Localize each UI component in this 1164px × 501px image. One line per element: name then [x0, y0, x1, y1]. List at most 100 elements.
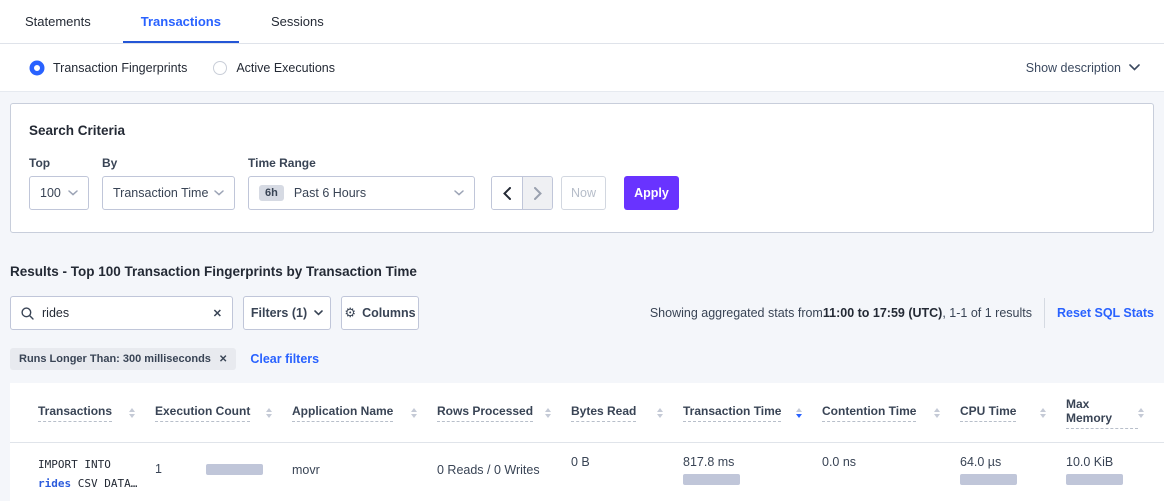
stats-range: 11:00 to 17:59 (UTC)	[823, 306, 942, 320]
time-range-badge: 6h	[259, 185, 284, 201]
execution-count-value: 1	[155, 462, 162, 476]
column-header-transactions[interactable]: Transactions	[38, 383, 155, 442]
remove-filter-icon[interactable]: ✕	[219, 354, 227, 365]
results-table: Transactions Execution Count Application…	[10, 383, 1164, 501]
cell-transaction-fingerprint[interactable]: IMPORT INTO rides CSV DATA…	[38, 455, 155, 493]
top-label: Top	[29, 156, 102, 170]
max-memory-bar	[1066, 474, 1123, 485]
aggregated-stats-text: Showing aggregated stats from 11:00 to 1…	[650, 306, 1032, 320]
sort-icon[interactable]	[266, 408, 272, 418]
bytes-read-value: 0 B	[571, 455, 590, 469]
cell-bytes-read: 0 B	[571, 455, 683, 493]
cell-contention-time: 0.0 ns	[822, 455, 960, 493]
chevron-down-icon	[454, 190, 464, 196]
cell-cpu-time: 64.0 µs	[960, 455, 1066, 493]
by-select[interactable]: Transaction Time	[102, 176, 235, 210]
column-header-label: Transaction Time	[683, 404, 781, 422]
chevron-down-icon	[68, 190, 78, 196]
column-header-contention-time[interactable]: Contention Time	[822, 383, 960, 442]
transaction-time-value: 817.8 ms	[683, 455, 808, 469]
sort-icon[interactable]	[129, 408, 135, 418]
sort-icon[interactable]	[411, 408, 417, 418]
cell-application-name: movr	[292, 455, 437, 493]
filter-chip-label: Runs Longer Than: 300 milliseconds	[19, 353, 211, 365]
gear-icon: ⚙	[344, 305, 356, 321]
filters-button[interactable]: Filters (1)	[243, 296, 331, 330]
results-title: Results - Top 100 Transaction Fingerprin…	[10, 264, 1154, 279]
stats-suffix: , 1-1 of 1 results	[942, 306, 1032, 320]
column-header-bytes-read[interactable]: Bytes Read	[571, 383, 683, 442]
sort-icon-descending-active[interactable]	[796, 408, 802, 418]
cell-max-memory: 10.0 KiB	[1066, 455, 1164, 493]
chevron-right-icon	[534, 187, 542, 200]
column-header-cpu-time[interactable]: CPU Time	[960, 383, 1066, 442]
view-toggle-row: Transaction Fingerprints Active Executio…	[0, 44, 1164, 92]
apply-button[interactable]: Apply	[624, 176, 679, 210]
now-button[interactable]: Now	[561, 176, 606, 210]
radio-label: Transaction Fingerprints	[53, 61, 187, 75]
radio-transaction-fingerprints[interactable]: Transaction Fingerprints	[30, 61, 187, 75]
column-header-rows-processed[interactable]: Rows Processed	[437, 383, 571, 442]
divider	[1044, 298, 1045, 328]
filter-chip-runs-longer-than: Runs Longer Than: 300 milliseconds ✕	[10, 348, 236, 370]
application-name-value: movr	[292, 463, 320, 477]
column-header-label: Bytes Read	[571, 404, 636, 422]
column-header-label: Rows Processed	[437, 404, 533, 422]
column-header-label: Contention Time	[822, 404, 916, 422]
column-header-label: Application Name	[292, 404, 393, 422]
search-criteria-title: Search Criteria	[29, 123, 1135, 138]
chevron-down-icon	[214, 190, 224, 196]
tab-statements[interactable]: Statements	[7, 1, 109, 43]
show-description-label: Show description	[1026, 61, 1121, 75]
clear-search-icon[interactable]: ✕	[213, 307, 222, 320]
time-range-label: Time Range	[248, 156, 475, 170]
table-header-row: Transactions Execution Count Application…	[10, 383, 1164, 443]
table-row: IMPORT INTO rides CSV DATA… 1 movr 0 Rea…	[10, 443, 1164, 501]
time-prev-button[interactable]	[492, 177, 522, 209]
tab-sessions[interactable]: Sessions	[253, 1, 342, 43]
sort-icon[interactable]	[1040, 408, 1046, 418]
time-next-button[interactable]	[522, 177, 552, 209]
search-criteria-panel: Search Criteria Top 100 By Transaction T…	[10, 103, 1154, 233]
column-header-execution-count[interactable]: Execution Count	[155, 383, 292, 442]
sort-icon[interactable]	[657, 408, 663, 418]
column-header-max-memory[interactable]: Max Memory	[1066, 383, 1164, 442]
time-nav-group	[491, 176, 553, 210]
chevron-down-icon	[1129, 64, 1140, 71]
reset-sql-stats-link[interactable]: Reset SQL Stats	[1057, 306, 1154, 320]
column-header-label: Max Memory	[1066, 397, 1138, 429]
sort-icon[interactable]	[1138, 408, 1144, 418]
results-search-box[interactable]: ✕	[10, 296, 233, 330]
chevron-down-icon	[314, 310, 323, 316]
column-header-application-name[interactable]: Application Name	[292, 383, 437, 442]
column-header-label: Execution Count	[155, 404, 250, 422]
search-input[interactable]	[42, 306, 213, 320]
cpu-time-value: 64.0 µs	[960, 455, 1052, 469]
cell-transaction-time: 817.8 ms	[683, 455, 822, 493]
radio-selected-icon	[30, 61, 44, 75]
column-header-label: CPU Time	[960, 404, 1016, 422]
tab-transactions[interactable]: Transactions	[123, 1, 239, 43]
sort-icon[interactable]	[545, 408, 551, 418]
sort-icon[interactable]	[934, 408, 940, 418]
transaction-time-bar	[683, 474, 740, 485]
contention-time-value: 0.0 ns	[822, 455, 856, 469]
radio-active-executions[interactable]: Active Executions	[213, 61, 335, 75]
columns-button-label: Columns	[362, 306, 415, 320]
transaction-link[interactable]: rides	[38, 477, 71, 490]
cell-execution-count: 1	[155, 455, 292, 493]
clear-filters-link[interactable]: Clear filters	[250, 352, 319, 366]
column-header-transaction-time[interactable]: Transaction Time	[683, 383, 822, 442]
show-description-toggle[interactable]: Show description	[1026, 61, 1140, 75]
sql-text: IMPORT INTO	[38, 458, 111, 471]
columns-button[interactable]: ⚙ Columns	[341, 296, 419, 330]
page-tabs: Statements Transactions Sessions	[0, 0, 1164, 44]
by-select-value: Transaction Time	[113, 186, 208, 200]
rows-processed-value: 0 Reads / 0 Writes	[437, 463, 540, 477]
time-range-select[interactable]: 6h Past 6 Hours	[248, 176, 475, 210]
time-range-value: Past 6 Hours	[294, 186, 366, 200]
max-memory-value: 10.0 KiB	[1066, 455, 1150, 469]
cpu-time-bar	[960, 474, 1017, 485]
column-header-label: Transactions	[38, 404, 112, 422]
top-select[interactable]: 100	[29, 176, 89, 210]
